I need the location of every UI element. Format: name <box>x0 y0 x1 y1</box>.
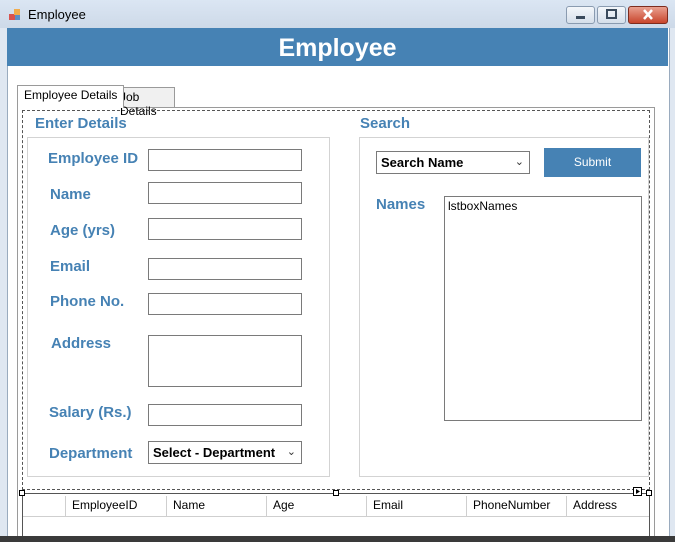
employee-id-input[interactable] <box>148 149 302 171</box>
app-heading: Employee <box>278 34 397 62</box>
close-icon <box>643 9 653 20</box>
maximize-button[interactable] <box>597 6 626 24</box>
tab-employee-details[interactable]: Employee Details <box>17 85 125 108</box>
names-label: Names <box>376 196 426 213</box>
email-label: Email <box>50 258 91 275</box>
minimize-button[interactable] <box>566 6 595 24</box>
submit-button[interactable]: Submit <box>544 148 641 177</box>
employee-id-label: Employee ID <box>48 150 139 167</box>
address-textarea[interactable] <box>148 335 302 387</box>
grid-column-header[interactable]: PhoneNumber <box>466 496 566 516</box>
chevron-down-icon: ⌄ <box>514 156 524 168</box>
salary-input[interactable] <box>148 404 302 426</box>
grid-column-header[interactable]: Address <box>566 496 646 516</box>
department-label: Department <box>49 445 133 462</box>
maximize-icon <box>606 9 617 19</box>
smart-tag-icon[interactable] <box>633 487 642 496</box>
email-input[interactable] <box>148 258 302 280</box>
minimize-icon <box>576 16 585 19</box>
department-selected-value: Select - Department <box>153 445 276 460</box>
grid-column-header[interactable]: EmployeeID <box>65 496 166 516</box>
names-listbox[interactable]: lstboxNames <box>444 196 642 421</box>
grid-column-header[interactable]: Age <box>266 496 366 516</box>
grid-column-header[interactable]: Name <box>166 496 266 516</box>
phone-label: Phone No. <box>50 293 125 310</box>
salary-label: Salary (Rs.) <box>49 404 132 421</box>
grid-column-header[interactable]: Email <box>366 496 466 516</box>
search-heading: Search <box>360 115 411 132</box>
resize-handle[interactable] <box>19 490 25 496</box>
phone-input[interactable] <box>148 293 302 315</box>
name-label: Name <box>50 186 91 203</box>
department-dropdown[interactable]: Select - Department ⌄ <box>148 441 302 464</box>
search-name-dropdown[interactable]: Search Name ⌄ <box>376 151 530 174</box>
search-selected-value: Search Name <box>381 155 464 170</box>
chevron-down-icon: ⌄ <box>286 446 296 458</box>
close-button[interactable] <box>628 6 668 24</box>
resize-handle[interactable] <box>646 490 652 496</box>
enter-details-heading: Enter Details <box>35 115 127 132</box>
age-input[interactable] <box>148 218 302 240</box>
listbox-placeholder-text: lstboxNames <box>448 199 518 213</box>
resize-handle[interactable] <box>333 490 339 496</box>
app-icon <box>9 8 21 20</box>
age-label: Age (yrs) <box>50 222 116 239</box>
window-title: Employee <box>28 7 86 22</box>
taskbar-strip <box>0 536 675 542</box>
name-input[interactable] <box>148 182 302 204</box>
address-label: Address <box>51 335 112 352</box>
